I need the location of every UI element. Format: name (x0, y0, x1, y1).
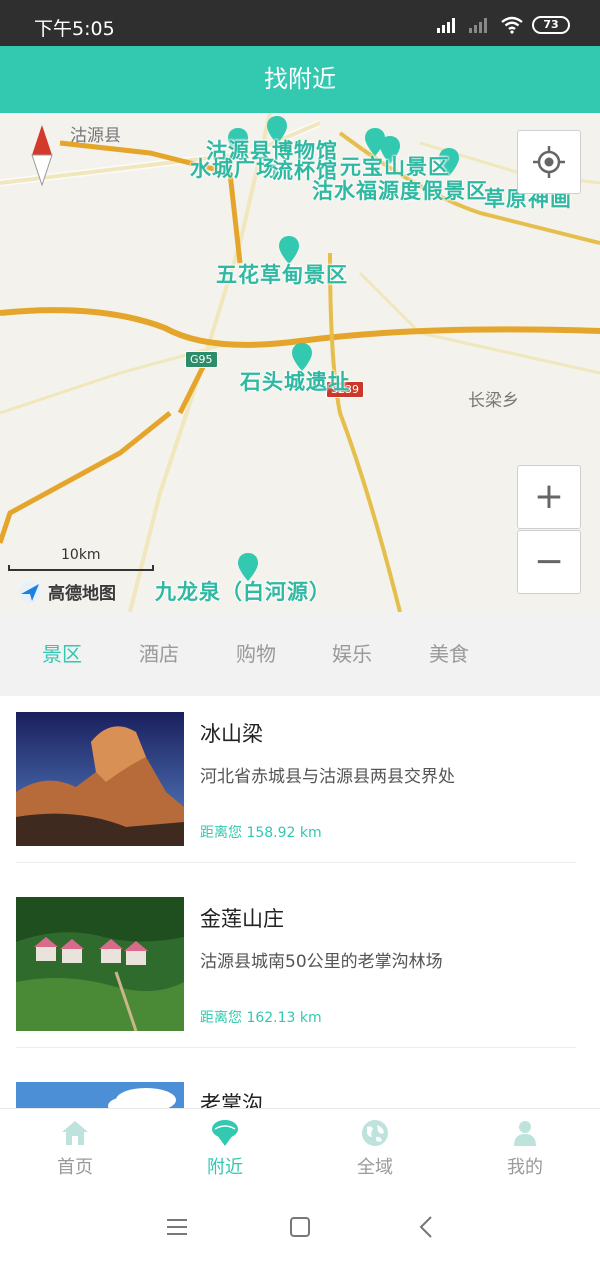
map-place-label: 长梁乡 (468, 391, 519, 411)
system-nav (0, 1188, 600, 1267)
nav-nearby[interactable]: 附近 (175, 1109, 275, 1189)
category-tabs: 景区 酒店 购物 娱乐 美食 (0, 612, 600, 696)
wifi-icon (501, 16, 523, 34)
nearby-icon (212, 1120, 238, 1146)
list-item[interactable]: 金莲山庄 沽源县城南50公里的老掌沟林场 距离您 162.13 km (0, 881, 600, 1067)
tab-scenic[interactable]: 景区 (42, 612, 82, 696)
map-scale-label: 10km (61, 547, 101, 563)
nav-label: 附近 (207, 1157, 243, 1178)
item-address: 河北省赤城县与沽源县两县交界处 (200, 767, 455, 787)
nav-home[interactable]: 首页 (25, 1109, 125, 1189)
nav-label: 全域 (357, 1157, 393, 1178)
scenic-photo (16, 712, 184, 846)
globe-icon (362, 1120, 388, 1146)
item-address: 沽源县城南50公里的老掌沟林场 (200, 952, 443, 972)
menu-icon[interactable] (164, 1214, 190, 1240)
nav-label: 我的 (507, 1157, 543, 1178)
map-provider-text: 高德地图 (48, 584, 116, 604)
signal-icon (437, 18, 455, 33)
item-distance: 距离您 162.13 km (200, 1010, 322, 1026)
nav-label: 首页 (57, 1157, 93, 1178)
list-item[interactable]: 老掌沟 (0, 1066, 600, 1108)
zoom-in-button[interactable]: + (517, 465, 581, 529)
map-place-label: 沽源县 (70, 126, 121, 146)
map-poi-label[interactable]: 水城广场 (190, 153, 278, 183)
item-title: 老掌沟 (200, 1092, 263, 1108)
item-distance: 距离您 158.92 km (200, 825, 322, 841)
amap-logo-icon (19, 580, 41, 603)
tab-food[interactable]: 美食 (429, 612, 469, 696)
zoom-out-label: − (533, 541, 565, 582)
home-icon (62, 1121, 88, 1145)
scenic-photo (16, 1082, 184, 1108)
scenic-photo (16, 897, 184, 1031)
map-provider-logo: 高德地图 (18, 579, 116, 604)
map-poi-label[interactable]: 五花草甸景区 (216, 259, 348, 289)
app-header: 找附近 (0, 46, 600, 113)
status-icons: 73 (436, 16, 570, 34)
battery-icon: 73 (532, 16, 570, 34)
tab-shopping[interactable]: 购物 (236, 612, 276, 696)
nav-mine[interactable]: 我的 (475, 1109, 575, 1189)
back-icon[interactable] (414, 1214, 440, 1240)
bottom-nav: 首页 附近 全域 我的 (0, 1108, 600, 1188)
locate-icon (533, 146, 565, 178)
item-title: 冰山梁 (200, 722, 263, 746)
signal-2-icon (469, 18, 487, 33)
item-title: 金莲山庄 (200, 907, 284, 931)
tab-hotel[interactable]: 酒店 (139, 612, 179, 696)
page-title: 找附近 (264, 65, 336, 93)
map-poi-label[interactable]: 沽水福源度假景区 (312, 175, 488, 205)
divider (16, 862, 576, 863)
status-bar: 下午5:05 73 (0, 0, 600, 46)
zoom-out-button[interactable]: − (517, 530, 581, 594)
map-scale-bar (8, 565, 154, 571)
zoom-in-label: + (533, 476, 565, 517)
road-shield: G95 (185, 351, 218, 368)
divider (16, 1047, 576, 1048)
scenic-list: 冰山梁 河北省赤城县与沽源县两县交界处 距离您 158.92 km 金莲山庄 沽… (0, 696, 600, 1108)
tab-entertainment[interactable]: 娱乐 (332, 612, 372, 696)
locate-button[interactable] (517, 130, 581, 194)
map-poi-label[interactable]: 九龙泉（白河源） (155, 576, 331, 606)
map-view[interactable]: 沽源县 长梁乡 G95 S239 沽源县博物馆 水城广场 流杯馆 元宝山景区 沽… (0, 113, 600, 612)
person-icon (514, 1121, 536, 1146)
status-time: 下午5:05 (34, 18, 115, 40)
page: 下午5:05 73 找附近 沽源县 长梁乡 G95 S239 沽源县博物馆 水城… (0, 0, 600, 1267)
compass-icon[interactable] (30, 123, 54, 187)
home-square-icon[interactable] (287, 1214, 313, 1240)
nav-global[interactable]: 全域 (325, 1109, 425, 1189)
list-item[interactable]: 冰山梁 河北省赤城县与沽源县两县交界处 距离您 158.92 km (0, 696, 600, 882)
map-poi-label[interactable]: 石头城遗址 (240, 366, 350, 396)
